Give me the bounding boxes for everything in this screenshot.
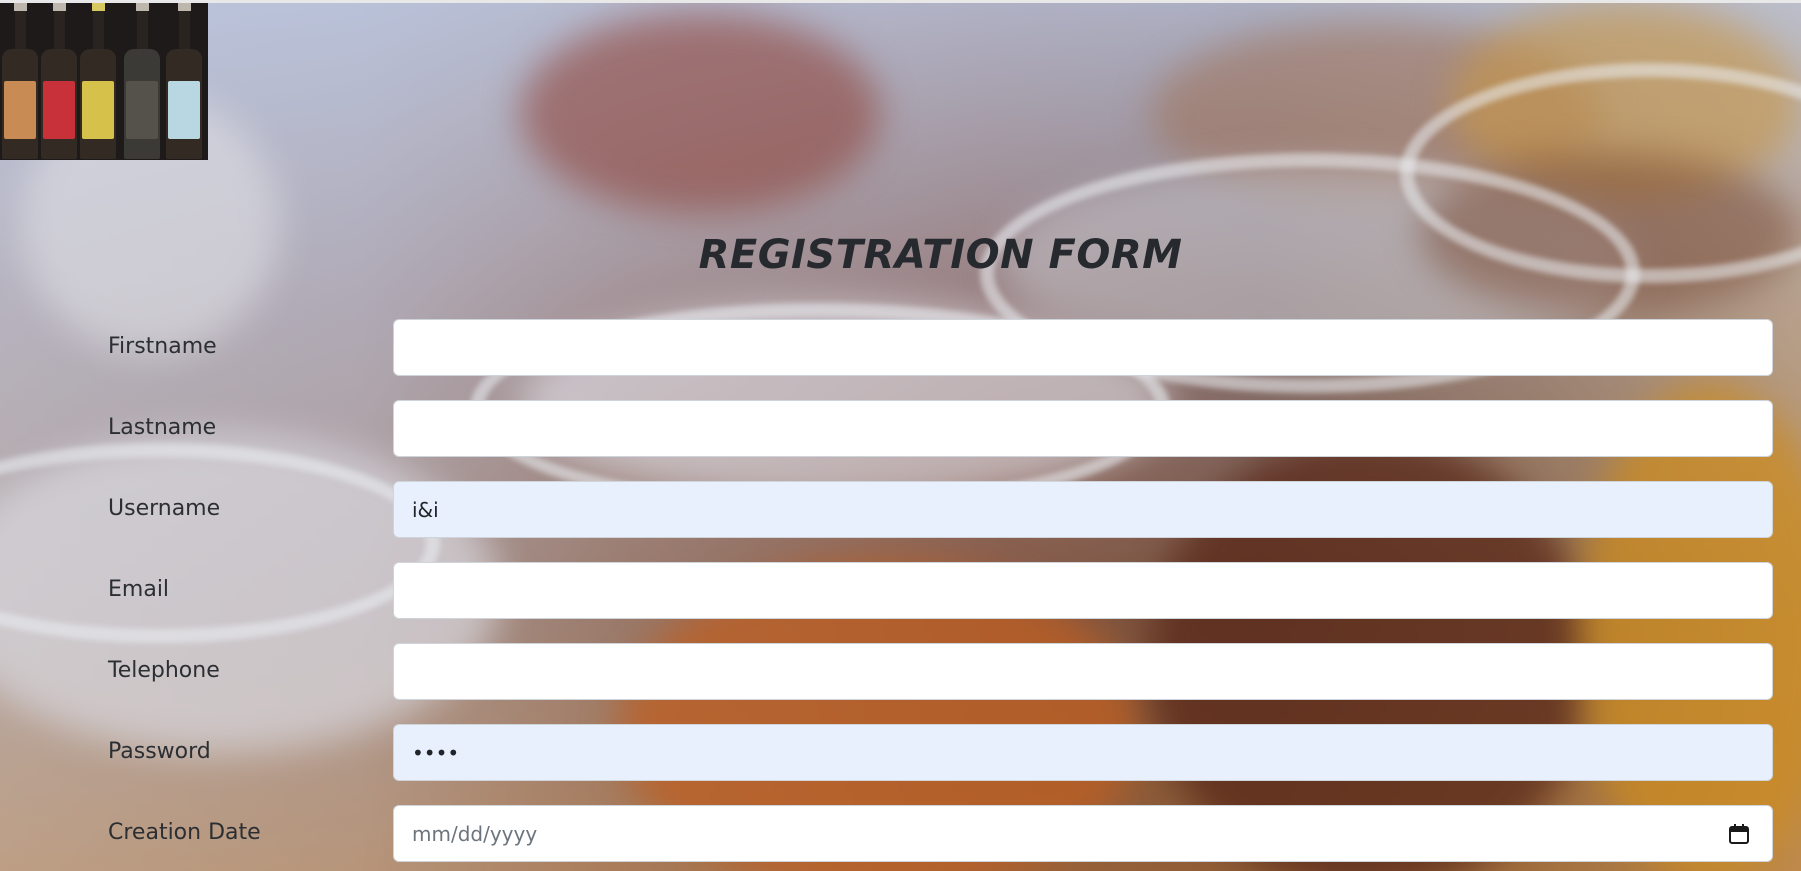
telephone-input[interactable] xyxy=(393,643,1773,700)
form-title: REGISTRATION FORM xyxy=(698,232,1183,278)
username-input[interactable]: i&i xyxy=(393,481,1773,538)
creation-date-label: Creation Date xyxy=(108,820,261,845)
lastname-row: Lastname xyxy=(0,400,1801,457)
lastname-input[interactable] xyxy=(393,400,1773,457)
username-label: Username xyxy=(108,496,221,521)
email-input[interactable] xyxy=(393,562,1773,619)
creation-date-row: Creation Date mm/dd/yyyy xyxy=(0,805,1801,862)
email-label: Email xyxy=(108,577,170,602)
calendar-icon[interactable] xyxy=(1728,823,1750,845)
creation-date-placeholder: mm/dd/yyyy xyxy=(412,821,538,846)
telephone-row: Telephone xyxy=(0,643,1801,700)
password-row: Password •••• xyxy=(0,724,1801,781)
email-row: Email xyxy=(0,562,1801,619)
password-label: Password xyxy=(108,739,211,764)
password-input[interactable]: •••• xyxy=(393,724,1773,781)
telephone-label: Telephone xyxy=(108,658,220,683)
username-row: Username i&i xyxy=(0,481,1801,538)
firstname-input[interactable] xyxy=(393,319,1773,376)
firstname-row: Firstname xyxy=(0,319,1801,376)
firstname-label: Firstname xyxy=(108,334,217,359)
creation-date-input[interactable]: mm/dd/yyyy xyxy=(393,805,1773,862)
lastname-label: Lastname xyxy=(108,415,217,440)
logo-image xyxy=(0,3,208,160)
